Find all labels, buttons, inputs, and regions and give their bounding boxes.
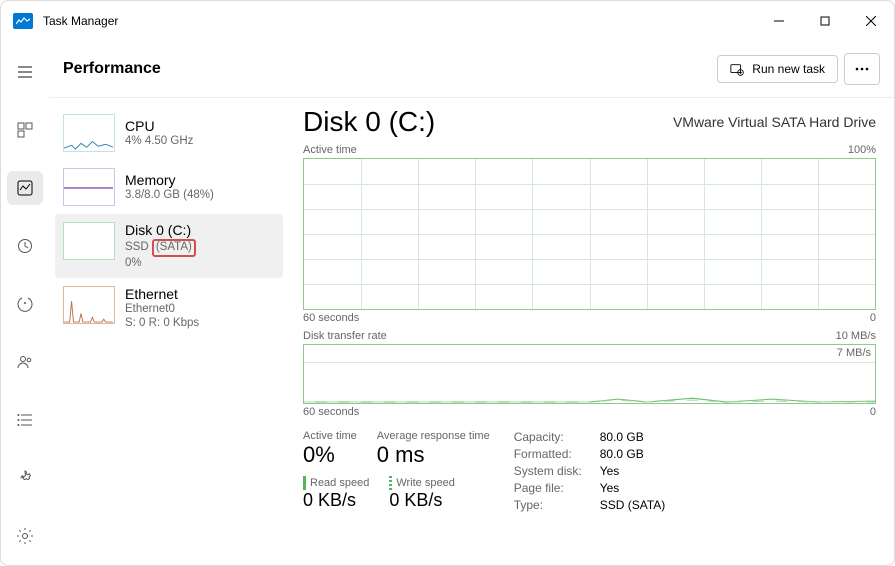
run-task-icon: [730, 62, 744, 76]
nav-users[interactable]: [7, 345, 43, 379]
stat-read-speed-value: 0 KB/s: [303, 490, 369, 511]
stat-avg-response-value: 0 ms: [377, 442, 490, 468]
page-title: Performance: [63, 60, 717, 78]
stat-active-time-label: Active time: [303, 430, 357, 442]
hamburger-icon[interactable]: [7, 55, 43, 89]
titlebar: Task Manager: [1, 1, 894, 41]
disk-properties-grid: Capacity:80.0 GB Formatted:80.0 GB Syste…: [514, 430, 666, 512]
stat-read-speed-label: Read speed: [303, 476, 369, 490]
disk-percent: 0%: [125, 257, 196, 271]
sata-highlight: (SATA): [152, 239, 196, 257]
chart2-label: Disk transfer rate: [303, 330, 387, 342]
subheader: Performance Run new task: [49, 41, 894, 97]
detail-pane: Disk 0 (C:) VMware Virtual SATA Hard Dri…: [289, 98, 894, 565]
detail-subtitle: VMware Virtual SATA Hard Drive: [673, 114, 876, 130]
ethernet-adapter: Ethernet0: [125, 303, 199, 317]
chart1-ymax: 100%: [848, 144, 876, 156]
more-options-button[interactable]: [844, 53, 880, 85]
nav-settings[interactable]: [7, 519, 43, 553]
cpu-thumbnail: [63, 114, 115, 152]
run-task-label: Run new task: [752, 62, 825, 76]
nav-history[interactable]: [7, 229, 43, 263]
sidebar-item-cpu[interactable]: CPU4% 4.50 GHz: [55, 106, 283, 160]
disk-name: Disk 0 (C:): [125, 222, 196, 239]
sidebar-item-memory[interactable]: Memory3.8/8.0 GB (48%): [55, 160, 283, 214]
ethernet-thumbnail: [63, 286, 115, 324]
chart2-ymax: 10 MB/s: [836, 330, 876, 342]
nav-iconbar: [1, 41, 49, 565]
close-button[interactable]: [848, 1, 894, 41]
app-title: Task Manager: [43, 14, 756, 28]
stat-active-time-value: 0%: [303, 442, 357, 468]
ethernet-rate: S: 0 R: 0 Kbps: [125, 317, 199, 331]
minimize-button[interactable]: [756, 1, 802, 41]
chart1-xright: 0: [870, 312, 876, 324]
app-icon: [13, 13, 33, 29]
sidebar-item-ethernet[interactable]: EthernetEthernet0S: 0 R: 0 Kbps: [55, 278, 283, 338]
transfer-rate-chart: 7 MB/s: [303, 344, 876, 404]
memory-name: Memory: [125, 172, 214, 189]
active-time-chart: [303, 158, 876, 310]
memory-thumbnail: [63, 168, 115, 206]
memory-subtitle: 3.8/8.0 GB (48%): [125, 189, 214, 203]
nav-processes[interactable]: [7, 113, 43, 147]
category-sidebar: CPU4% 4.50 GHz Memory3.8/8.0 GB (48%) Di…: [49, 98, 289, 565]
sidebar-item-disk0[interactable]: Disk 0 (C:) SSD (SATA) 0%: [55, 214, 283, 278]
stat-write-speed-value: 0 KB/s: [389, 490, 455, 511]
chart1-label: Active time: [303, 144, 357, 156]
ethernet-name: Ethernet: [125, 286, 199, 303]
run-new-task-button[interactable]: Run new task: [717, 55, 838, 83]
disk-thumbnail: [63, 222, 115, 260]
maximize-button[interactable]: [802, 1, 848, 41]
nav-performance[interactable]: [7, 171, 43, 205]
detail-title: Disk 0 (C:): [303, 106, 435, 138]
chart1-xleft: 60 seconds: [303, 312, 359, 324]
cpu-name: CPU: [125, 118, 193, 135]
disk-subtitle: SSD (SATA): [125, 239, 196, 257]
nav-details[interactable]: [7, 403, 43, 437]
stat-avg-response-label: Average response time: [377, 430, 490, 442]
chart2-xright: 0: [870, 406, 876, 418]
nav-startup[interactable]: [7, 287, 43, 321]
cpu-subtitle: 4% 4.50 GHz: [125, 135, 193, 149]
nav-services[interactable]: [7, 461, 43, 495]
chart2-xleft: 60 seconds: [303, 406, 359, 418]
stat-write-speed-label: Write speed: [389, 476, 455, 490]
